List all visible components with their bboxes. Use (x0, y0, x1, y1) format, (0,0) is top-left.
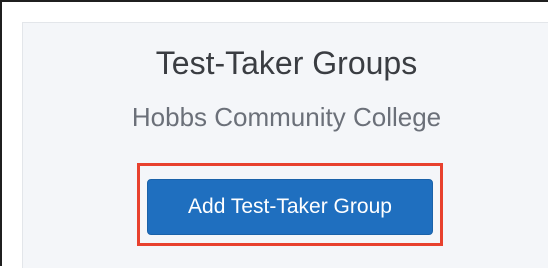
groups-panel: Test-Taker Groups Hobbs Community Colleg… (22, 22, 548, 268)
page-title: Test-Taker Groups (155, 45, 418, 81)
add-test-taker-group-button[interactable]: Add Test-Taker Group (147, 179, 433, 235)
institution-name: Hobbs Community College (131, 102, 442, 132)
screenshot-frame: Test-Taker Groups Hobbs Community Colleg… (0, 0, 548, 268)
